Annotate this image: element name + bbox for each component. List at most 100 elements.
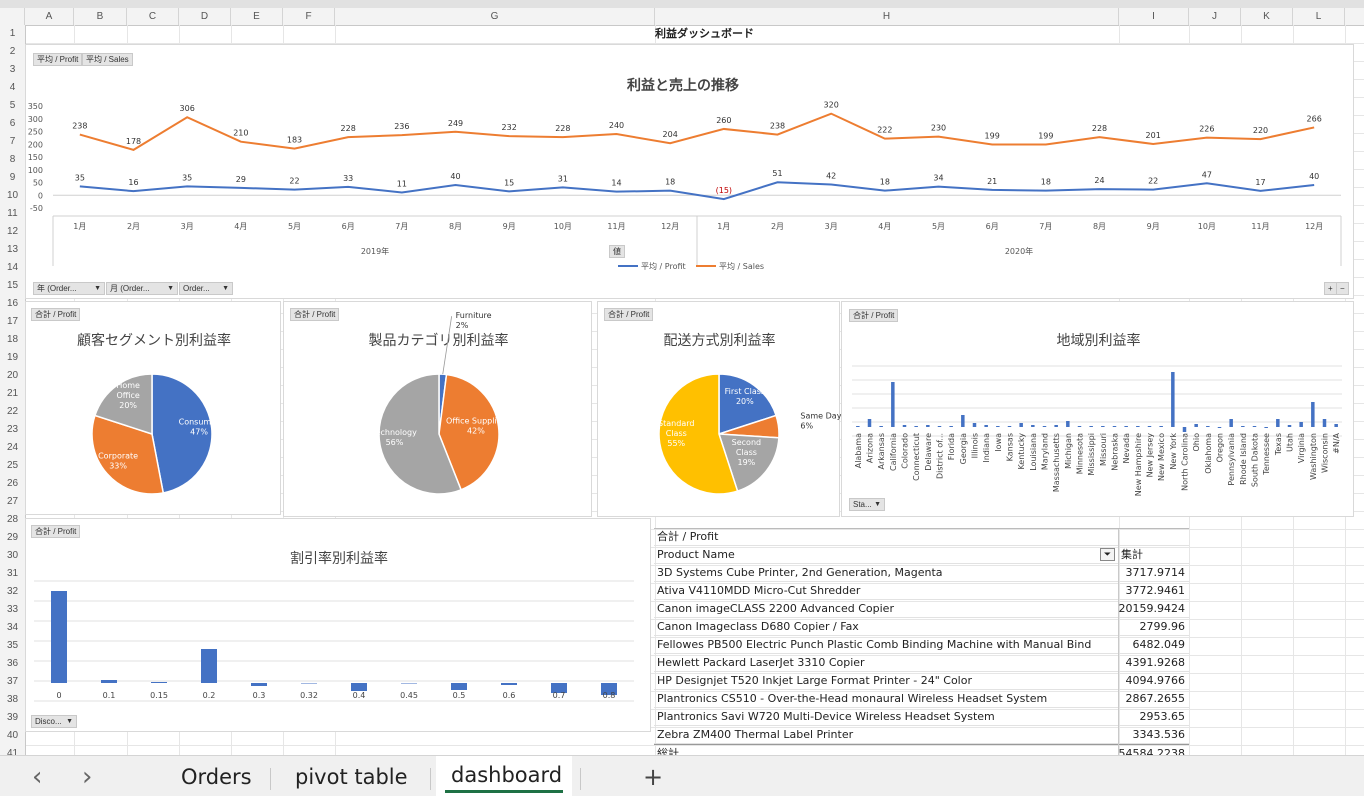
profit-total-cell: 2799.96: [1139, 620, 1186, 633]
tab-orders[interactable]: Orders: [181, 760, 252, 794]
row-header[interactable]: 14: [0, 259, 25, 277]
segment-pie-panel[interactable]: 合計 / Profit 顧客セグメント別利益率 Consumer 47% Corpo…: [25, 301, 281, 515]
filter-state[interactable]: Sta... ▼: [849, 498, 885, 511]
row-header[interactable]: 2: [0, 43, 25, 61]
row-header[interactable]: 27: [0, 493, 25, 511]
column-header[interactable]: D: [179, 8, 231, 25]
column-header[interactable]: L: [1293, 8, 1345, 25]
table-row[interactable]: Canon Imageclass D680 Copier / Fax 2799.9…: [654, 618, 1189, 636]
row-header[interactable]: 15: [0, 277, 25, 295]
x-tick-label: Tennessee: [1262, 433, 1271, 476]
x-tick-label: 1月: [717, 222, 730, 231]
data-label: 199: [985, 132, 1000, 141]
filter-discount[interactable]: Disco... ▼: [31, 715, 77, 728]
column-header[interactable]: B: [74, 8, 127, 25]
row-header[interactable]: 36: [0, 655, 25, 673]
row-header[interactable]: 5: [0, 97, 25, 115]
add-sheet-button[interactable]: +: [643, 760, 663, 794]
next-sheet-button[interactable]: ›: [82, 760, 92, 794]
profit-total-cell: 2867.2655: [1125, 692, 1186, 705]
row-header[interactable]: 20: [0, 367, 25, 385]
bar: [1276, 419, 1280, 427]
row-header[interactable]: 8: [0, 151, 25, 169]
row-header[interactable]: 31: [0, 565, 25, 583]
tab-pivot-table[interactable]: pivot table: [295, 760, 408, 794]
column-header[interactable]: J: [1189, 8, 1241, 25]
row-header[interactable]: 39: [0, 709, 25, 727]
row-header[interactable]: 7: [0, 133, 25, 151]
x-tick-label: New Hampshire: [1134, 433, 1143, 496]
x-tick-label: Kentucky: [1017, 433, 1026, 470]
table-row[interactable]: HP Designjet T520 Inkjet Large Format Pr…: [654, 672, 1189, 690]
ship-pie-chart: First Class20%Same Day6%SecondClass19%St…: [658, 373, 841, 495]
column-header[interactable]: C: [127, 8, 179, 25]
row-header[interactable]: 1: [0, 25, 25, 43]
bar: [501, 683, 517, 685]
table-row[interactable]: Canon imageCLASS 2200 Advanced Copier 201…: [654, 600, 1189, 618]
row-header[interactable]: 29: [0, 529, 25, 547]
row-header[interactable]: 38: [0, 691, 25, 709]
row-header[interactable]: 35: [0, 637, 25, 655]
row-header[interactable]: 24: [0, 439, 25, 457]
row-header[interactable]: 37: [0, 673, 25, 691]
x-tick-label: Wisconsin: [1321, 433, 1330, 473]
x-tick-label: Utah: [1286, 433, 1295, 452]
column-header[interactable]: I: [1119, 8, 1189, 25]
data-label: 238: [770, 122, 785, 131]
row-header[interactable]: 6: [0, 115, 25, 133]
slice-label: Office Supplies: [446, 416, 506, 425]
row-header[interactable]: 11: [0, 205, 25, 223]
region-bar-panel[interactable]: 合計 / Profit 地域別利益率 Sta... ▼ Alabama Arizon…: [841, 301, 1354, 517]
row-header[interactable]: 23: [0, 421, 25, 439]
row-header[interactable]: 22: [0, 403, 25, 421]
column-header[interactable]: A: [25, 8, 74, 25]
prev-sheet-button[interactable]: ‹: [32, 760, 42, 794]
row-header[interactable]: 34: [0, 619, 25, 637]
column-header[interactable]: G: [335, 8, 655, 25]
data-label: 35: [75, 173, 85, 182]
row-header[interactable]: 26: [0, 475, 25, 493]
y-tick-label: 150: [28, 153, 43, 162]
table-row[interactable]: Fellowes PB500 Electric Punch Plastic Co…: [654, 636, 1189, 654]
column-header[interactable]: F: [283, 8, 335, 25]
filter-icon[interactable]: ⏷: [1100, 548, 1115, 561]
pivot-row-field-label[interactable]: Product Name: [657, 546, 735, 563]
x-tick-label: 6月: [986, 222, 999, 231]
row-header[interactable]: 33: [0, 601, 25, 619]
row-header[interactable]: 19: [0, 349, 25, 367]
row-header[interactable]: 28: [0, 511, 25, 529]
row-header[interactable]: 9: [0, 169, 25, 187]
dropdown-arrow-icon: ▼: [874, 501, 881, 508]
row-header[interactable]: 12: [0, 223, 25, 241]
bar: [451, 683, 467, 690]
row-header[interactable]: 32: [0, 583, 25, 601]
slice-percent: 2%: [456, 321, 469, 330]
row-header[interactable]: 16: [0, 295, 25, 313]
tab-dashboard[interactable]: dashboard: [451, 758, 562, 792]
table-row[interactable]: Zebra ZM400 Thermal Label Printer 3343.53…: [654, 726, 1189, 744]
table-row[interactable]: Plantronics Savi W720 Multi-Device Wirel…: [654, 708, 1189, 726]
row-header[interactable]: 10: [0, 187, 25, 205]
row-header[interactable]: 40: [0, 727, 25, 745]
select-all-corner[interactable]: [0, 8, 25, 25]
ship-pie-panel[interactable]: 合計 / Profit 配送方式別利益率 First Class 20% Same …: [597, 301, 841, 517]
row-header[interactable]: 18: [0, 331, 25, 349]
category-pie-panel[interactable]: 合計 / Profit 製品カテゴリ別利益率 Furniture 2% Office…: [283, 301, 592, 517]
row-header[interactable]: 13: [0, 241, 25, 259]
y-tick-label: -50: [30, 204, 43, 213]
column-header[interactable]: K: [1241, 8, 1293, 25]
column-header[interactable]: E: [231, 8, 283, 25]
row-header[interactable]: 25: [0, 457, 25, 475]
row-header[interactable]: 17: [0, 313, 25, 331]
profit-total-cell: 20159.9424: [1118, 602, 1185, 615]
product-name-cell: Zebra ZM400 Thermal Label Printer: [657, 728, 854, 741]
table-row[interactable]: 3D Systems Cube Printer, 2nd Generation,…: [654, 564, 1189, 582]
discount-bar-panel[interactable]: 合計 / Profit 割引率別利益率 Disco... ▼ 0 0.1 0.15 0.…: [25, 518, 651, 732]
table-row[interactable]: Plantronics CS510 - Over-the-Head monaur…: [654, 690, 1189, 708]
table-row[interactable]: Ativa V4110MDD Micro-Cut Shredder 3772.94…: [654, 582, 1189, 600]
row-header[interactable]: 30: [0, 547, 25, 565]
table-row[interactable]: Hewlett Packard LaserJet 3310 Copier 4391…: [654, 654, 1189, 672]
column-header[interactable]: H: [655, 8, 1119, 25]
row-header[interactable]: 21: [0, 385, 25, 403]
pivot-table[interactable]: 合計 / Profit Product Name ⏷ 集計 3D Systems…: [654, 528, 1189, 762]
